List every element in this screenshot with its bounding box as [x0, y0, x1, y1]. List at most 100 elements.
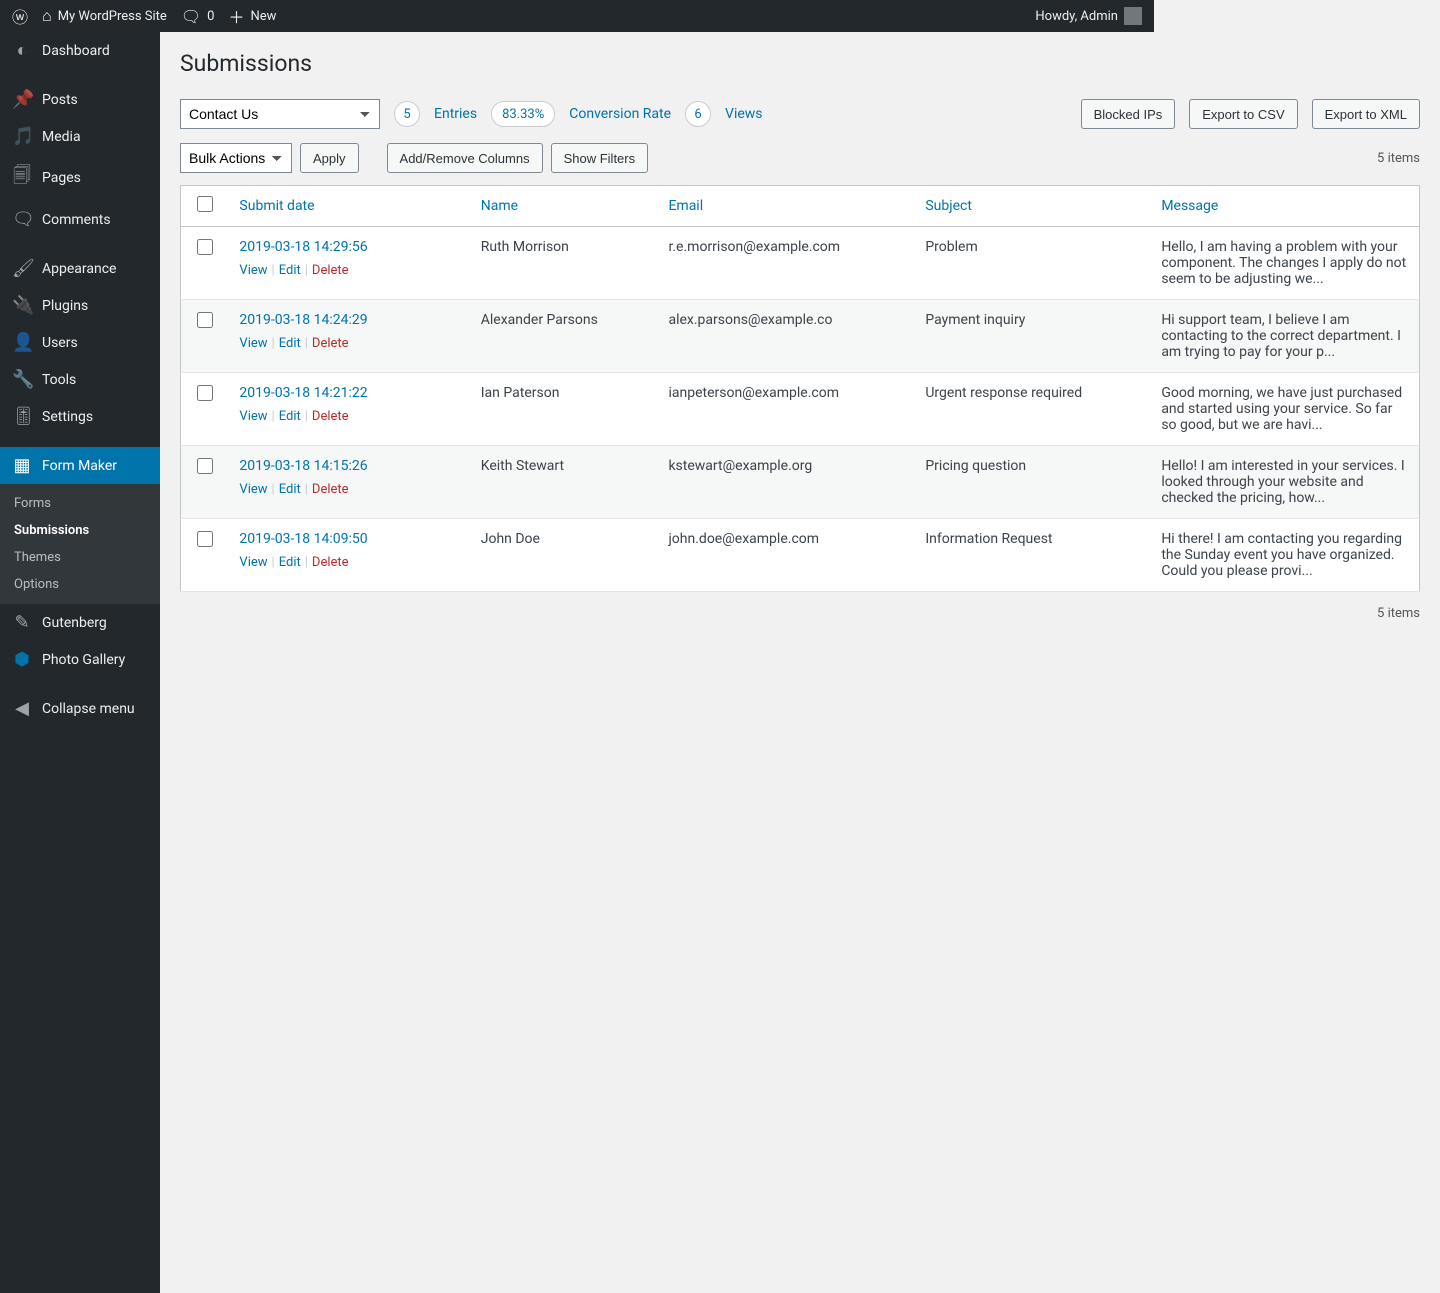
submenu-forms[interactable]: Forms: [0, 490, 160, 517]
page-title: Submissions: [180, 50, 1420, 77]
row-checkbox[interactable]: [197, 385, 213, 401]
col-email[interactable]: Email: [658, 186, 915, 227]
avatar: [1124, 7, 1142, 25]
menu-tools[interactable]: 🔧Tools: [0, 361, 160, 398]
row-checkbox[interactable]: [197, 239, 213, 255]
view-link[interactable]: View: [239, 336, 267, 351]
sliders-icon: 🎚: [12, 406, 32, 427]
howdy-link[interactable]: Howdy, Admin: [1035, 7, 1142, 25]
site-name: My WordPress Site: [58, 9, 167, 24]
cell-name: Keith Stewart: [471, 446, 659, 519]
submit-date-link[interactable]: 2019-03-18 14:15:26: [239, 458, 367, 474]
media-icon: 🎵: [12, 126, 32, 147]
table-row: 2019-03-18 14:24:29View|Edit|DeleteAlexa…: [181, 300, 1420, 373]
table-row: 2019-03-18 14:21:22View|Edit|DeleteIan P…: [181, 373, 1420, 446]
submenu-submissions[interactable]: Submissions: [0, 517, 160, 544]
view-link[interactable]: View: [239, 555, 267, 570]
collapse-icon: ◀: [12, 698, 32, 719]
menu-pages[interactable]: 🗐Pages: [0, 155, 160, 201]
col-date[interactable]: Submit date: [229, 186, 470, 227]
col-message[interactable]: Message: [1151, 186, 1419, 227]
cell-subject: Problem: [915, 227, 1151, 300]
table-row: 2019-03-18 14:15:26View|Edit|DeleteKeith…: [181, 446, 1420, 519]
view-link[interactable]: View: [239, 482, 267, 497]
site-name-link[interactable]: ⌂My WordPress Site: [42, 6, 167, 26]
col-subject[interactable]: Subject: [915, 186, 1151, 227]
menu-form-maker[interactable]: ▦Form Maker: [0, 447, 160, 484]
submit-date-link[interactable]: 2019-03-18 14:29:56: [239, 239, 367, 255]
delete-link[interactable]: Delete: [312, 336, 349, 351]
comments-icon: 🗨: [12, 209, 32, 230]
export-xml-button[interactable]: Export to XML: [1312, 99, 1420, 129]
edit-link[interactable]: Edit: [279, 409, 301, 424]
menu-posts[interactable]: 📌Posts: [0, 81, 160, 118]
menu-settings[interactable]: 🎚Settings: [0, 398, 160, 435]
cell-email: kstewart@example.org: [658, 446, 915, 519]
items-count-bottom: 5 items: [180, 606, 1420, 621]
menu-appearance[interactable]: 🖌Appearance: [0, 250, 160, 287]
submenu-options[interactable]: Options: [0, 571, 160, 598]
submenu-themes[interactable]: Themes: [0, 544, 160, 571]
delete-link[interactable]: Delete: [312, 263, 349, 278]
submit-date-link[interactable]: 2019-03-18 14:21:22: [239, 385, 367, 401]
pages-icon: 🗐: [12, 163, 32, 193]
plus-icon: ＋: [228, 4, 244, 28]
row-checkbox[interactable]: [197, 312, 213, 328]
submit-date-link[interactable]: 2019-03-18 14:09:50: [239, 531, 367, 547]
select-all-checkbox[interactable]: [197, 196, 213, 212]
brush-icon: 🖌: [12, 258, 32, 279]
row-checkbox[interactable]: [197, 531, 213, 547]
export-csv-button[interactable]: Export to CSV: [1189, 99, 1297, 129]
delete-link[interactable]: Delete: [312, 482, 349, 497]
blocked-ips-button[interactable]: Blocked IPs: [1081, 99, 1176, 129]
delete-link[interactable]: Delete: [312, 555, 349, 570]
menu-collapse[interactable]: ◀Collapse menu: [0, 690, 160, 727]
edit-link[interactable]: Edit: [279, 482, 301, 497]
menu-photo-gallery[interactable]: ⬢Photo Gallery: [0, 641, 160, 678]
conversion-value: 83.33%: [491, 101, 555, 127]
entries-label[interactable]: Entries: [434, 106, 477, 122]
menu-dashboard[interactable]: ◐Dashboard: [0, 32, 160, 69]
views-label[interactable]: Views: [725, 106, 763, 122]
new-content-link[interactable]: ＋New: [228, 4, 276, 28]
wrench-icon: 🔧: [12, 369, 32, 390]
cell-message: Hello! I am interested in your services.…: [1151, 446, 1419, 519]
cell-subject: Urgent response required: [915, 373, 1151, 446]
menu-plugins[interactable]: 🔌Plugins: [0, 287, 160, 324]
row-checkbox[interactable]: [197, 458, 213, 474]
conversion-label[interactable]: Conversion Rate: [569, 106, 671, 122]
edit-link[interactable]: Edit: [279, 336, 301, 351]
menu-comments[interactable]: 🗨Comments: [0, 201, 160, 238]
menu-media[interactable]: 🎵Media: [0, 118, 160, 155]
table-row: 2019-03-18 14:09:50View|Edit|DeleteJohn …: [181, 519, 1420, 592]
bulk-actions-select[interactable]: Bulk Actions: [180, 143, 292, 173]
col-name[interactable]: Name: [471, 186, 659, 227]
menu-gutenberg[interactable]: ✎Gutenberg: [0, 604, 160, 641]
submit-date-link[interactable]: 2019-03-18 14:24:29: [239, 312, 367, 328]
cell-name: Ian Paterson: [471, 373, 659, 446]
form-select[interactable]: Contact Us: [180, 99, 380, 129]
cell-message: Hi support team, I believe I am contacti…: [1151, 300, 1419, 373]
comments-count: 0: [207, 9, 214, 24]
cell-subject: Information Request: [915, 519, 1151, 592]
view-link[interactable]: View: [239, 409, 267, 424]
filters-button[interactable]: Show Filters: [551, 143, 649, 173]
form-icon: ▦: [12, 455, 32, 476]
cell-subject: Pricing question: [915, 446, 1151, 519]
columns-button[interactable]: Add/Remove Columns: [387, 143, 543, 173]
edit-link[interactable]: Edit: [279, 263, 301, 278]
wp-logo[interactable]: ⓦ: [12, 4, 28, 28]
menu-users[interactable]: 👤Users: [0, 324, 160, 361]
cell-email: john.doe@example.com: [658, 519, 915, 592]
items-count-top: 5 items: [1377, 151, 1420, 166]
dashboard-icon: ◐: [12, 40, 32, 61]
edit-link[interactable]: Edit: [279, 555, 301, 570]
cell-message: Hi there! I am contacting you regarding …: [1151, 519, 1419, 592]
view-link[interactable]: View: [239, 263, 267, 278]
delete-link[interactable]: Delete: [312, 409, 349, 424]
apply-button[interactable]: Apply: [300, 143, 359, 173]
submissions-table: Submit date Name Email Subject Message 2…: [180, 185, 1420, 592]
comments-link[interactable]: 🗨0: [181, 7, 215, 26]
user-icon: 👤: [12, 332, 32, 353]
gutenberg-icon: ✎: [12, 612, 32, 633]
